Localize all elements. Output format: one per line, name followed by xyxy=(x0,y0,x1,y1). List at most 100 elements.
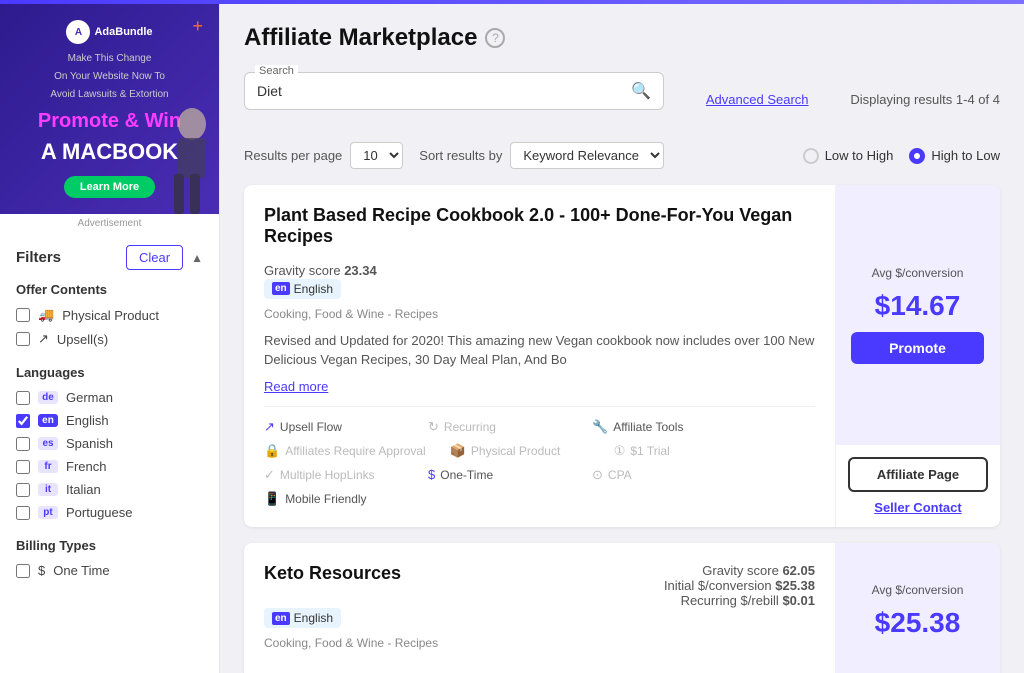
ad-learn-button[interactable]: Learn More xyxy=(64,176,155,198)
physical-product-filter[interactable]: 🚚 Physical Product xyxy=(16,307,203,323)
lang-spanish[interactable]: es Spanish xyxy=(16,436,203,451)
lang-german[interactable]: de German xyxy=(16,390,203,405)
low-to-high-radio[interactable]: Low to High xyxy=(803,148,894,164)
feature-one-time: $ One-Time xyxy=(428,467,568,483)
avg-label-1: Avg $/conversion xyxy=(872,266,964,280)
feature-require-approval: 🔒 Affiliates Require Approval xyxy=(264,443,426,459)
physical-product-feat-label: Physical Product xyxy=(471,444,560,458)
main-content: Affiliate Marketplace ? Search 🔍 Advance… xyxy=(220,4,1024,673)
ad-label: Advertisement xyxy=(0,214,219,233)
gravity-1: Gravity score 23.34 xyxy=(264,263,377,278)
affiliate-page-button-1[interactable]: Affiliate Page xyxy=(848,457,988,492)
lang-english-checkbox[interactable] xyxy=(16,414,30,428)
filters-header-right: Clear ▲ xyxy=(126,245,203,270)
cpa-label: CPA xyxy=(608,468,632,482)
clear-button[interactable]: Clear xyxy=(126,245,183,270)
lang-portuguese-label: Portuguese xyxy=(66,505,133,520)
mobile-friendly-label: Mobile Friendly xyxy=(285,492,366,506)
advanced-search-link[interactable]: Advanced Search xyxy=(706,92,809,107)
lang-italian-checkbox[interactable] xyxy=(16,483,30,497)
ad-text3: Avoid Lawsuits & Extortion xyxy=(50,88,168,102)
upsell-flow-icon: ↗ xyxy=(264,419,275,435)
low-to-high-circle xyxy=(803,148,819,164)
high-to-low-radio[interactable]: High to Low xyxy=(909,148,1000,164)
product-title-2: Keto Resources xyxy=(264,563,401,584)
badge-code-2: en xyxy=(272,612,290,625)
upsells-filter[interactable]: ↗ Upsell(s) xyxy=(16,331,203,347)
card-category-2: Cooking, Food & Wine - Recipes xyxy=(264,636,815,650)
card-main-2: Keto Resources Gravity score 62.05 Initi… xyxy=(244,543,835,673)
hoplinks-icon: ✓ xyxy=(264,467,275,483)
feature-cpa: ⊙ CPA xyxy=(592,467,732,483)
lang-spanish-checkbox[interactable] xyxy=(16,437,30,451)
lang-portuguese[interactable]: pt Portuguese xyxy=(16,505,203,520)
offer-contents-group: Offer Contents 🚚 Physical Product ↗ Upse… xyxy=(16,282,203,347)
hoplinks-label: Multiple HopLinks xyxy=(280,468,375,482)
one-time-filter[interactable]: $ One Time xyxy=(16,563,203,578)
cpa-icon: ⊙ xyxy=(592,467,603,483)
per-page-select[interactable]: 10 25 50 xyxy=(350,142,403,169)
main-layout: A AdaBundle + Make This Change On Your W… xyxy=(0,4,1024,673)
one-time-feat-label: One-Time xyxy=(440,468,493,482)
help-icon[interactable]: ? xyxy=(485,28,505,48)
lang-english-label: English xyxy=(66,413,109,428)
filters-header: Filters Clear ▲ xyxy=(16,245,203,270)
per-page-label: Results per page xyxy=(244,148,342,163)
sort-select[interactable]: Keyword Relevance Gravity Avg $/Conversi… xyxy=(510,142,664,169)
require-approval-label: Affiliates Require Approval xyxy=(285,444,426,458)
promote-button-1[interactable]: Promote xyxy=(851,332,984,364)
lang-fr-badge: fr xyxy=(38,460,58,473)
ad-text1: Make This Change xyxy=(68,52,152,66)
lang-en-badge: en xyxy=(38,414,58,427)
one-time-checkbox[interactable] xyxy=(16,564,30,578)
seller-contact-button-1[interactable]: Seller Contact xyxy=(874,500,961,515)
ada-bundle-icon: A xyxy=(66,20,90,44)
feature-recurring: ↻ Recurring xyxy=(428,419,568,435)
one-time-feat-icon: $ xyxy=(428,467,435,482)
search-input[interactable] xyxy=(257,83,623,99)
languages-title: Languages xyxy=(16,365,203,380)
physical-product-feat-icon: 📦 xyxy=(450,443,466,459)
search-icon[interactable]: 🔍 xyxy=(631,81,651,101)
filters-title: Filters xyxy=(16,249,61,266)
lang-italian-label: Italian xyxy=(66,482,101,497)
controls-row: Results per page 10 25 50 Sort results b… xyxy=(244,142,1000,169)
lang-german-label: German xyxy=(66,390,113,405)
app-container: A AdaBundle + Make This Change On Your W… xyxy=(0,0,1024,673)
feature-1-trial: ① $1 Trial xyxy=(614,443,754,459)
page-title: Affiliate Marketplace xyxy=(244,24,477,52)
ad-text2: On Your Website Now To xyxy=(54,70,165,84)
gravity-2: Gravity score 62.05 Initial $/conversion… xyxy=(664,563,815,608)
lang-de-badge: de xyxy=(38,391,58,404)
low-to-high-label: Low to High xyxy=(825,148,894,163)
billing-types-group: Billing Types $ One Time xyxy=(16,538,203,578)
collapse-icon[interactable]: ▲ xyxy=(191,251,203,265)
lang-french-checkbox[interactable] xyxy=(16,460,30,474)
radio-dot xyxy=(914,153,920,159)
ad-brand-name: AdaBundle xyxy=(94,26,152,38)
upsells-label: Upsell(s) xyxy=(57,332,108,347)
card-category-1: Cooking, Food & Wine - Recipes xyxy=(264,307,815,321)
card-side-2: Avg $/conversion $25.38 xyxy=(835,543,1000,673)
upsells-checkbox[interactable] xyxy=(16,332,30,346)
read-more-link-1[interactable]: Read more xyxy=(264,379,328,394)
card-main-1: Plant Based Recipe Cookbook 2.0 - 100+ D… xyxy=(244,185,835,527)
lang-english[interactable]: en English xyxy=(16,413,203,428)
billing-types-title: Billing Types xyxy=(16,538,203,553)
physical-product-checkbox[interactable] xyxy=(16,308,30,322)
search-bar: Search 🔍 xyxy=(244,72,664,110)
recurring-icon: ↻ xyxy=(428,419,439,435)
lang-german-checkbox[interactable] xyxy=(16,391,30,405)
lang-italian[interactable]: it Italian xyxy=(16,482,203,497)
page-header: Affiliate Marketplace ? xyxy=(244,24,1000,52)
lang-pt-badge: pt xyxy=(38,506,58,519)
one-time-label: One Time xyxy=(53,563,109,578)
feature-multiple-hoplinks: ✓ Multiple HopLinks xyxy=(264,467,404,483)
badge-lang-1: English xyxy=(294,282,333,296)
ad-brand: A AdaBundle xyxy=(66,20,152,44)
lang-badge-2: en English xyxy=(264,608,341,628)
avg-price-1: $14.67 xyxy=(875,290,961,322)
lang-french[interactable]: fr French xyxy=(16,459,203,474)
lang-portuguese-checkbox[interactable] xyxy=(16,506,30,520)
badge-code-1: en xyxy=(272,282,290,295)
